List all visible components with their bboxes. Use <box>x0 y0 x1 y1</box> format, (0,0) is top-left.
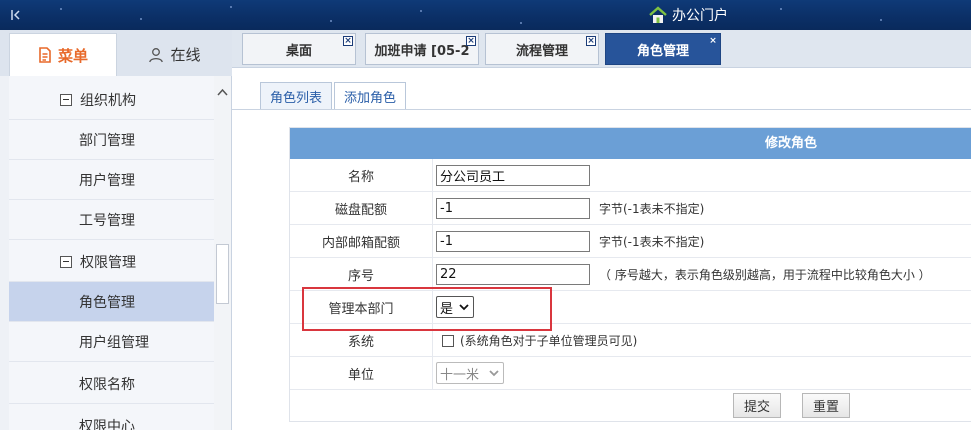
sidebar-tab-menu-label: 菜单 <box>57 46 88 65</box>
tab-roles[interactable]: 角色管理 × <box>605 33 721 65</box>
portal-link[interactable]: 办公门户 <box>648 4 728 26</box>
document-icon <box>39 47 51 63</box>
disk-quota-note: 字节(-1表未不指定) <box>599 202 705 216</box>
mail-quota-note: 字节(-1表未不指定) <box>599 235 705 249</box>
sidebar-tab-online[interactable]: 在线 <box>122 33 227 76</box>
tree-item-label: 权限中心 <box>79 418 135 430</box>
main-content: 桌面 × 加班申请 [05-2 × 流程管理 × 角色管理 × 角色列表 添加角… <box>232 30 971 430</box>
home-icon <box>648 5 668 25</box>
tree-item-users[interactable]: 用户管理 <box>9 160 214 200</box>
form-title: 修改角色 <box>765 136 818 151</box>
tree-item-dept[interactable]: 部门管理 <box>9 120 214 160</box>
subtab-label: 添加角色 <box>344 90 397 106</box>
sidebar-tabs: 菜单 在线 <box>0 30 232 76</box>
scroll-up-icon[interactable] <box>217 88 228 96</box>
menu-tree: 组织机构 部门管理 用户管理 工号管理 权限管理 角色管理 用户组管理 权限名称… <box>9 76 214 430</box>
close-icon[interactable]: × <box>708 36 718 46</box>
subtab-label: 角色列表 <box>270 90 323 106</box>
name-input[interactable] <box>436 165 590 186</box>
collapse-minus-icon[interactable] <box>60 93 72 106</box>
tree-group-permissions[interactable]: 权限管理 <box>9 242 214 282</box>
tree-item-usergroups[interactable]: 用户组管理 <box>9 322 214 362</box>
decor-star <box>880 19 882 21</box>
tree-item-label: 权限名称 <box>79 376 135 393</box>
close-icon[interactable]: × <box>343 36 353 46</box>
decor-star <box>780 8 782 10</box>
unit-value: 十一米 <box>440 367 480 383</box>
close-icon[interactable]: × <box>586 36 596 46</box>
row-disk-quota: 磁盘配额 字节(-1表未不指定) <box>290 192 971 225</box>
tree-item-permnames[interactable]: 权限名称 <box>9 364 214 404</box>
tab-label: 流程管理 <box>515 43 568 59</box>
order-input[interactable] <box>436 264 590 285</box>
form-header: 修改角色 <box>290 128 971 159</box>
portal-label: 办公门户 <box>672 8 728 24</box>
sidebar: 菜单 在线 组织机构 部门管理 用户管理 工号管理 权限管理 角色管理 用户组管… <box>0 30 232 430</box>
tree-item-jobno[interactable]: 工号管理 <box>9 200 214 240</box>
tree-item-label: 用户组管理 <box>79 334 149 351</box>
name-label: 名称 <box>290 159 433 192</box>
disk-quota-input[interactable] <box>436 198 590 219</box>
row-name: 名称 <box>290 159 971 192</box>
row-unit: 单位 十一米 <box>290 357 971 390</box>
tab-overtime[interactable]: 加班申请 [05-2 × <box>365 33 479 65</box>
subtab-add-role[interactable]: 添加角色 <box>334 82 407 109</box>
form-actions: 提交 重置 <box>290 390 971 423</box>
subtab-divider <box>232 109 971 110</box>
tree-item-label: 部门管理 <box>79 132 135 149</box>
tab-label: 角色管理 <box>636 43 689 59</box>
decor-star <box>330 20 332 22</box>
subtab-role-list[interactable]: 角色列表 <box>260 82 333 109</box>
tree-group-org[interactable]: 组织机构 <box>9 80 214 120</box>
unit-select[interactable]: 十一米 <box>436 362 504 384</box>
tree-item-label: 工号管理 <box>79 212 135 229</box>
system-checkbox[interactable] <box>442 335 454 347</box>
unit-label: 单位 <box>290 357 433 390</box>
highlight-box <box>302 287 552 331</box>
close-icon[interactable]: × <box>466 36 476 46</box>
subtabs: 角色列表 添加角色 <box>260 82 408 109</box>
mail-quota-input[interactable] <box>436 231 590 252</box>
reset-button[interactable]: 重置 <box>802 393 851 418</box>
edit-role-form: 修改角色 名称 磁盘配额 字节(-1表未不指定) 内部邮箱配额 字节(-1表未不… <box>289 127 971 422</box>
tab-desktop[interactable]: 桌面 × <box>242 33 356 65</box>
tree-item-label: 角色管理 <box>79 294 135 311</box>
disk-quota-label: 磁盘配额 <box>290 192 433 225</box>
collapse-sidebar-icon[interactable] <box>8 7 24 23</box>
user-icon <box>149 47 164 62</box>
submit-button[interactable]: 提交 <box>733 393 782 418</box>
tree-scrollbar[interactable] <box>214 76 231 430</box>
tab-label: 加班申请 [05-2 <box>374 43 470 59</box>
tree-item-permcenter[interactable]: 权限中心 <box>9 406 214 430</box>
decor-star <box>140 18 142 20</box>
mail-quota-label: 内部邮箱配额 <box>290 225 433 258</box>
tree-item-roles[interactable]: 角色管理 <box>9 282 214 322</box>
chevron-down-icon <box>489 370 499 377</box>
collapse-minus-icon[interactable] <box>60 255 72 268</box>
decor-star <box>520 22 522 24</box>
tab-label: 桌面 <box>285 43 312 59</box>
decor-star <box>230 6 232 8</box>
tree-item-label: 用户管理 <box>79 172 135 189</box>
tab-bar: 桌面 × 加班申请 [05-2 × 流程管理 × 角色管理 × <box>232 30 971 68</box>
tab-workflow[interactable]: 流程管理 × <box>485 33 599 65</box>
row-mail-quota: 内部邮箱配额 字节(-1表未不指定) <box>290 225 971 258</box>
decor-star <box>420 10 422 12</box>
top-bar: 办公门户 <box>0 0 971 30</box>
decor-star <box>60 8 62 10</box>
order-note: （ 序号越大，表示角色级别越高，用于流程中比较角色大小 ） <box>599 268 931 282</box>
sidebar-tab-online-label: 在线 <box>170 46 201 64</box>
sidebar-tab-menu[interactable]: 菜单 <box>9 33 117 76</box>
scrollbar-thumb[interactable] <box>216 244 229 304</box>
tree-group-label: 组织机构 <box>80 92 136 109</box>
tree-group-label: 权限管理 <box>80 254 136 271</box>
